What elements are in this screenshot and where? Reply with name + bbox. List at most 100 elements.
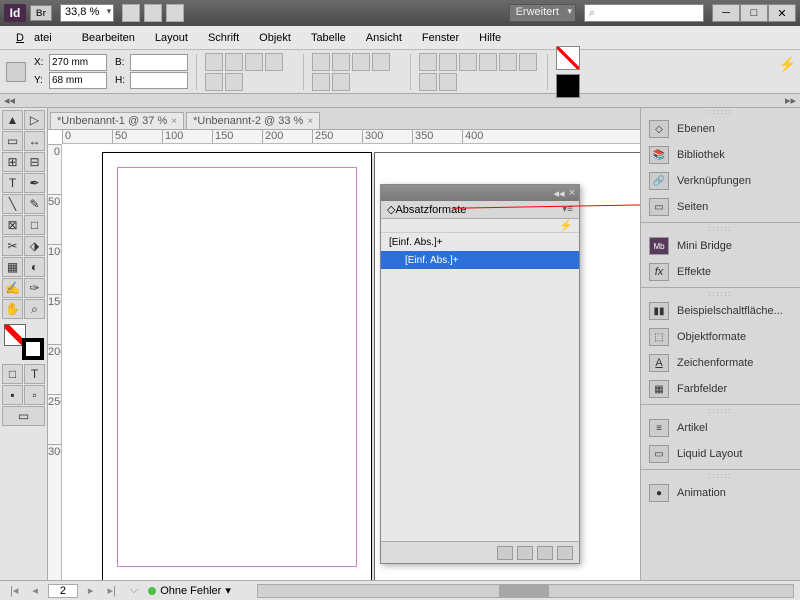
text-wrap-icon[interactable]	[419, 53, 437, 71]
last-page-button[interactable]: ▸|	[103, 584, 119, 597]
hand-tool[interactable]: ✋	[2, 299, 23, 319]
line-tool[interactable]: ╲	[2, 194, 23, 214]
menu-type[interactable]: Schrift	[198, 29, 249, 47]
panel-artikel[interactable]: ≡Artikel	[641, 415, 800, 441]
selection-tool[interactable]: ▲	[2, 110, 23, 130]
zoom-combo[interactable]: 33,8 %	[60, 4, 114, 22]
bridge-logo[interactable]: Br	[30, 5, 52, 21]
flip-h-icon[interactable]	[205, 73, 223, 91]
reference-point-icon[interactable]	[6, 62, 26, 82]
direct-selection-tool[interactable]: ▷	[24, 110, 45, 130]
free-transform-tool[interactable]: ⬗	[24, 236, 45, 256]
arrange-docs-icon[interactable]	[166, 4, 184, 22]
panel-farbfelder[interactable]: ▦Farbfelder	[641, 376, 800, 402]
prev-page-button[interactable]: ◂	[28, 584, 42, 597]
corner-icon[interactable]	[332, 73, 350, 91]
screen-mode-tool[interactable]: ▭	[2, 406, 45, 426]
trash-icon[interactable]	[557, 546, 573, 560]
horizontal-scrollbar[interactable]	[257, 584, 794, 598]
gap-tool[interactable]: ↔	[24, 131, 45, 151]
fit-frame-icon[interactable]	[352, 53, 370, 71]
stroke-weight-icon[interactable]	[372, 53, 390, 71]
menu-edit[interactable]: Bearbeiten	[72, 29, 145, 47]
apply-none-icon[interactable]: T	[24, 364, 45, 384]
panel-zeichenformate[interactable]: AZeichenformate	[641, 350, 800, 376]
panel-seiten[interactable]: ▭Seiten	[641, 194, 800, 220]
menu-object[interactable]: Objekt	[249, 29, 301, 47]
rectangle-frame-tool[interactable]: ⊠	[2, 215, 23, 235]
view-options-icon[interactable]	[122, 4, 140, 22]
maximize-button[interactable]: □	[740, 4, 768, 22]
close-button[interactable]: ✕	[768, 4, 796, 22]
fill-stroke-proxy[interactable]	[4, 324, 44, 360]
w-input[interactable]	[130, 54, 188, 71]
distribute-icon[interactable]	[519, 53, 537, 71]
menu-table[interactable]: Tabelle	[301, 29, 356, 47]
dropshadow-icon[interactable]	[479, 53, 497, 71]
align-icon[interactable]	[499, 53, 517, 71]
open-button[interactable]: ⌵	[126, 584, 142, 597]
panel-effekte[interactable]: fxEffekte	[641, 259, 800, 285]
panel-animation[interactable]: ●Animation	[641, 480, 800, 506]
menu-file[interactable]: Datei	[6, 29, 72, 47]
stroke-style-icon[interactable]	[312, 73, 330, 91]
document-tab-1[interactable]: *Unbenannt-1 @ 37 %×	[50, 112, 184, 129]
new-style-icon[interactable]	[537, 546, 553, 560]
search-input[interactable]: ⌕	[584, 4, 704, 22]
pencil-tool[interactable]: ✎	[24, 194, 45, 214]
folder-icon[interactable]	[497, 546, 513, 560]
minimize-button[interactable]: ─	[712, 4, 740, 22]
expand-left-icon[interactable]: ◂◂	[4, 94, 15, 107]
panel-ebenen[interactable]: ◇Ebenen	[641, 116, 800, 142]
pathfinder-icon[interactable]	[419, 73, 437, 91]
panel-bibliothek[interactable]: 📚Bibliothek	[641, 142, 800, 168]
h-input[interactable]	[130, 72, 188, 89]
next-page-button[interactable]: ▸	[84, 584, 98, 597]
rotate-icon[interactable]	[225, 53, 243, 71]
panel-liquid[interactable]: ▭Liquid Layout	[641, 441, 800, 467]
style-row[interactable]: [Einf. Abs.]+	[381, 233, 579, 251]
style-row-selected[interactable]: [Einf. Abs.]+	[381, 251, 579, 269]
select-content-icon[interactable]	[332, 53, 350, 71]
panel-minibridge[interactable]: MbMini Bridge	[641, 233, 800, 259]
opacity-icon[interactable]	[459, 53, 477, 71]
collapse-icon[interactable]: ◂◂	[554, 187, 565, 200]
effects-icon[interactable]	[439, 53, 457, 71]
quick-apply-icon[interactable]: ⚡	[779, 56, 796, 73]
note-tool[interactable]: ✍	[2, 278, 23, 298]
shear-icon[interactable]	[245, 53, 263, 71]
scale-y-icon[interactable]	[265, 53, 283, 71]
menu-view[interactable]: Ansicht	[356, 29, 412, 47]
eyedropper-tool[interactable]: ✑	[24, 278, 45, 298]
document-tab-2[interactable]: *Unbenannt-2 @ 33 %×	[186, 112, 320, 129]
expand-right-icon[interactable]: ▸▸	[785, 94, 796, 107]
preflight-status[interactable]: Ohne Fehler▾	[148, 584, 231, 597]
screen-mode-icon[interactable]	[144, 4, 162, 22]
stroke-swatch[interactable]	[556, 46, 580, 70]
gradient-swatch-tool[interactable]: ▦	[2, 257, 23, 277]
rectangle-tool[interactable]: □	[24, 215, 45, 235]
scissors-tool[interactable]: ✂	[2, 236, 23, 256]
pen-tool[interactable]: ✒	[24, 173, 45, 193]
first-page-button[interactable]: |◂	[6, 584, 22, 597]
page-1[interactable]	[102, 152, 372, 580]
lightning-icon[interactable]: ⚡	[559, 219, 573, 232]
close-icon[interactable]: ×	[171, 116, 177, 127]
gradient-feather-tool[interactable]: ◐	[24, 257, 45, 277]
workspace-switcher[interactable]: Erweitert	[509, 4, 576, 22]
fill-swatch[interactable]	[556, 74, 580, 98]
page-number-input[interactable]: 2	[48, 584, 78, 598]
close-icon[interactable]: ×	[307, 116, 313, 127]
content-placer-tool[interactable]: ⊟	[24, 152, 45, 172]
select-container-icon[interactable]	[312, 53, 330, 71]
clear-overrides-icon[interactable]	[517, 546, 533, 560]
canvas[interactable]: ◂◂× ◇ Absatzformate▾≡ ⚡ [Einf. Abs.]+ [E…	[62, 144, 640, 580]
x-input[interactable]	[49, 54, 107, 71]
panel-objektformate[interactable]: ⬚Objektformate	[641, 324, 800, 350]
scale-x-icon[interactable]	[205, 53, 223, 71]
y-input[interactable]	[49, 72, 107, 89]
menu-layout[interactable]: Layout	[145, 29, 198, 47]
apply-color-icon[interactable]: □	[2, 364, 23, 384]
panel-beispiel[interactable]: ▮▮Beispielschaltfläche...	[641, 298, 800, 324]
zoom-tool[interactable]: ⌕	[24, 299, 45, 319]
